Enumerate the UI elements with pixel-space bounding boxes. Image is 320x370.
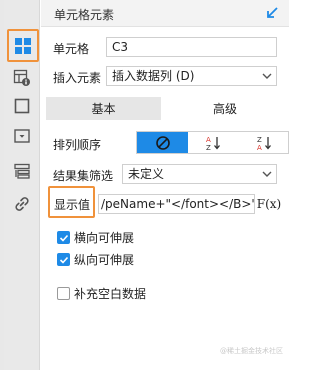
tab-advanced[interactable]: 高级 (161, 97, 289, 120)
vertical-expand-label: 纵向可伸展 (74, 253, 135, 267)
horizontal-expand-label: 横向可伸展 (74, 231, 135, 245)
sort-ascending-icon: A Z (206, 136, 220, 151)
form-tab[interactable] (8, 157, 36, 185)
panel-title: 单元格元素 (54, 8, 115, 22)
sort-descending-button[interactable]: Z A (239, 132, 290, 153)
cell-element-icon (15, 37, 31, 54)
svg-text:A: A (206, 136, 211, 144)
horizontal-expand-checkbox[interactable] (57, 231, 70, 244)
cell-attribute-tab[interactable] (8, 64, 36, 92)
tab-basic[interactable]: 基本 (46, 97, 161, 120)
chevron-down-icon (262, 171, 272, 177)
sort-ascending-button[interactable]: A Z (188, 132, 239, 153)
panel-header: 单元格元素 (41, 0, 289, 27)
fill-blank-data-label: 补充空白数据 (74, 287, 147, 301)
cell-field[interactable]: C3 (106, 37, 277, 57)
checkmark-icon (59, 256, 68, 264)
dropdown-arrow (258, 165, 276, 183)
property-sidebar (4, 0, 40, 370)
no-sort-icon (155, 135, 170, 150)
cell-element-tab[interactable] (7, 29, 39, 62)
fill-blank-data-option[interactable]: 补充空白数据 (57, 285, 146, 302)
insert-element-value: 插入数据列 (D) (112, 69, 195, 83)
collapse-button[interactable] (265, 6, 279, 23)
tab-bar: 基本 高级 (46, 97, 289, 120)
dropdown-arrow (258, 67, 276, 85)
svg-text:Z: Z (257, 136, 262, 144)
svg-text:Z: Z (206, 144, 211, 151)
sort-descending-icon: Z A (257, 136, 271, 151)
sort-none-button[interactable] (137, 132, 188, 153)
cell-label: 单元格 (53, 42, 90, 56)
display-value-formula-field[interactable]: /peName+"</font></B>")) (98, 194, 255, 214)
formula-editor-button[interactable]: F(x) (257, 194, 281, 213)
vertical-expand-option[interactable]: 纵向可伸展 (57, 251, 134, 268)
insert-element-label: 插入元素 (53, 71, 102, 85)
tab-basic-label: 基本 (91, 102, 116, 116)
sort-order-selector: A Z Z A (136, 131, 289, 154)
border-style-tab[interactable] (8, 92, 36, 120)
border-style-icon (14, 98, 30, 114)
vertical-expand-checkbox[interactable] (57, 253, 70, 266)
sort-order-label: 排列顺序 (53, 138, 102, 152)
hyperlink-icon (15, 197, 29, 211)
cell-element-panel: 单元格元素 单元格 C3 插入元素 插入数据列 (D) 基本 高级 排列顺序 A… (41, 0, 289, 370)
collapse-arrow-icon (267, 7, 278, 18)
hyperlink-tab[interactable] (8, 190, 36, 218)
fill-blank-data-checkbox[interactable] (57, 287, 70, 300)
watermark: @稀土掘金技术社区 (220, 347, 283, 355)
cell-attribute-icon (13, 69, 30, 86)
chevron-down-icon (262, 73, 272, 79)
widget-tab[interactable] (8, 122, 36, 150)
tab-advanced-label: 高级 (212, 102, 237, 116)
insert-element-select[interactable]: 插入数据列 (D) (106, 66, 277, 86)
display-value-label: 显示值 (54, 198, 91, 212)
result-filter-select[interactable]: 未定义 (122, 164, 277, 184)
result-filter-value: 未定义 (128, 167, 165, 181)
form-icon (14, 163, 30, 179)
svg-text:A: A (257, 144, 262, 151)
horizontal-expand-option[interactable]: 横向可伸展 (57, 229, 134, 246)
widget-icon (14, 129, 30, 143)
result-filter-label: 结果集筛选 (53, 169, 114, 183)
checkmark-icon (59, 234, 68, 242)
